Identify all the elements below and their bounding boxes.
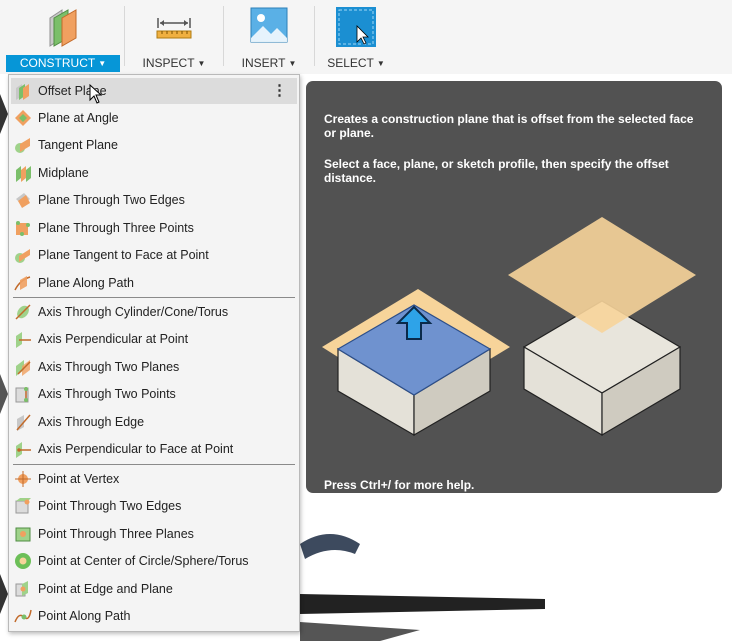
menu-item-tangent-plane[interactable]: Tangent Plane	[11, 132, 297, 158]
tooltip-description: Creates a construction plane that is off…	[324, 112, 694, 140]
offset-plane-tooltip: Creates a construction plane that is off…	[306, 81, 722, 493]
menu-item-point-center[interactable]: Point at Center of Circle/Sphere/Torus	[11, 548, 297, 574]
menu-item-plane-at-angle[interactable]: Plane at Angle	[11, 105, 297, 131]
menu-item-plane-two-edges[interactable]: Plane Through Two Edges	[11, 187, 297, 213]
menu-item-midplane[interactable]: Midplane	[11, 160, 297, 186]
menu-item-label: Point at Edge and Plane	[38, 582, 173, 596]
menu-item-point-along-path[interactable]: Point Along Path	[11, 603, 297, 629]
menu-item-label: Axis Perpendicular at Point	[38, 332, 189, 346]
tooltip-instructions: Select a face, plane, or sketch profile,…	[324, 157, 669, 185]
menu-item-label: Point at Center of Circle/Sphere/Torus	[38, 554, 249, 568]
insert-label: INSERT	[241, 56, 286, 70]
caret-down-icon: ▼	[197, 59, 206, 68]
menu-item-offset-plane[interactable]: Offset Plane ⋮	[11, 78, 297, 104]
select-menu-button[interactable]: SELECT ▼	[318, 55, 394, 72]
caret-down-icon: ▼	[288, 59, 297, 68]
menu-item-plane-along-path[interactable]: Plane Along Path	[11, 270, 297, 296]
offset-plane-icon	[13, 81, 33, 101]
menu-item-label: Axis Through Edge	[38, 415, 145, 429]
menu-item-label: Plane at Angle	[38, 111, 119, 125]
inspect-menu-button[interactable]: INSPECT ▼	[130, 55, 218, 72]
menu-item-axis-edge[interactable]: Axis Through Edge	[11, 409, 297, 435]
menu-item-label: Point Through Three Planes	[38, 527, 194, 541]
construct-group[interactable]: CONSTRUCT ▼	[6, 0, 120, 74]
midplane-icon	[13, 163, 33, 183]
menu-item-axis-two-points[interactable]: Axis Through Two Points	[11, 381, 297, 407]
plane-along-path-icon	[13, 273, 33, 293]
point-three-planes-icon	[13, 524, 33, 544]
insert-image-icon	[249, 6, 289, 51]
offset-plane-illustration	[322, 217, 696, 437]
inspect-group[interactable]: INSPECT ▼	[130, 0, 218, 74]
insert-group[interactable]: INSERT ▼	[229, 0, 309, 74]
plane-two-edges-icon	[13, 190, 33, 210]
menu-item-label: Axis Through Two Points	[38, 387, 176, 401]
menu-item-axis-two-planes[interactable]: Axis Through Two Planes	[11, 354, 297, 380]
menu-item-label: Midplane	[38, 166, 89, 180]
point-edge-plane-icon	[13, 579, 33, 599]
toolbar-divider	[314, 6, 315, 66]
axis-perp-face-icon	[13, 439, 33, 459]
point-vertex-icon	[13, 469, 33, 489]
tangent-plane-icon	[13, 135, 33, 155]
toolbar: CONSTRUCT ▼ INSPECT ▼ INSERT ▼ SELECT ▼	[0, 0, 732, 74]
caret-down-icon: ▼	[376, 59, 385, 68]
point-along-path-icon	[13, 606, 33, 626]
menu-item-label: Axis Perpendicular to Face at Point	[38, 442, 234, 456]
select-icon	[335, 6, 377, 53]
menu-item-label: Point Along Path	[38, 609, 131, 623]
construct-label: CONSTRUCT	[19, 56, 96, 70]
plane-three-points-icon	[13, 218, 33, 238]
menu-item-label: Point at Vertex	[38, 472, 120, 486]
point-two-edges-icon	[13, 496, 33, 516]
axis-cylinder-icon	[13, 302, 33, 322]
construct-dropdown-menu: Offset Plane ⋮ Plane at Angle Tangent Pl…	[8, 74, 300, 632]
select-group[interactable]: SELECT ▼	[318, 0, 394, 74]
caret-down-icon: ▼	[98, 59, 107, 68]
inspect-label: INSPECT	[142, 56, 195, 70]
menu-item-label: Axis Through Two Planes	[38, 360, 180, 374]
select-label: SELECT	[327, 56, 374, 70]
axis-two-points-icon	[13, 384, 33, 404]
menu-item-label: Tangent Plane	[38, 138, 118, 152]
toolbar-divider	[124, 6, 125, 66]
point-center-icon	[13, 551, 33, 571]
menu-item-point-edge-plane[interactable]: Point at Edge and Plane	[11, 576, 297, 602]
axis-edge-icon	[13, 412, 33, 432]
menu-item-plane-tangent-face[interactable]: Plane Tangent to Face at Point	[11, 242, 297, 268]
menu-item-axis-cylinder[interactable]: Axis Through Cylinder/Cone/Torus	[11, 299, 297, 325]
menu-item-label: Point Through Two Edges	[38, 499, 182, 513]
menu-item-point-two-edges[interactable]: Point Through Two Edges	[11, 493, 297, 519]
plane-at-angle-icon	[13, 108, 33, 128]
menu-item-point-three-planes[interactable]: Point Through Three Planes	[11, 521, 297, 547]
menu-item-axis-perpendicular[interactable]: Axis Perpendicular at Point	[11, 326, 297, 352]
menu-item-axis-perp-face[interactable]: Axis Perpendicular to Face at Point	[11, 436, 297, 462]
axis-two-planes-icon	[13, 357, 33, 377]
axis-perpendicular-icon	[13, 329, 33, 349]
menu-item-plane-three-points[interactable]: Plane Through Three Points	[11, 215, 297, 241]
insert-menu-button[interactable]: INSERT ▼	[229, 55, 309, 72]
menu-item-label: Axis Through Cylinder/Cone/Torus	[38, 305, 229, 319]
offset-plane-icon	[42, 6, 84, 53]
toolbar-divider	[223, 6, 224, 66]
menu-divider	[13, 297, 295, 298]
construct-menu-button[interactable]: CONSTRUCT ▼	[6, 55, 120, 72]
menu-item-label: Plane Along Path	[38, 276, 134, 290]
menu-item-label: Plane Through Two Edges	[38, 193, 185, 207]
tooltip-help-hint: Press Ctrl+/ for more help.	[324, 478, 475, 492]
measure-icon	[154, 6, 194, 51]
more-options-icon[interactable]: ⋮	[272, 81, 287, 101]
menu-divider	[13, 464, 295, 465]
menu-item-point-vertex[interactable]: Point at Vertex	[11, 466, 297, 492]
menu-item-label: Plane Tangent to Face at Point	[38, 248, 209, 262]
menu-item-label: Plane Through Three Points	[38, 221, 194, 235]
mouse-cursor-icon	[89, 83, 103, 109]
plane-tangent-face-icon	[13, 245, 33, 265]
